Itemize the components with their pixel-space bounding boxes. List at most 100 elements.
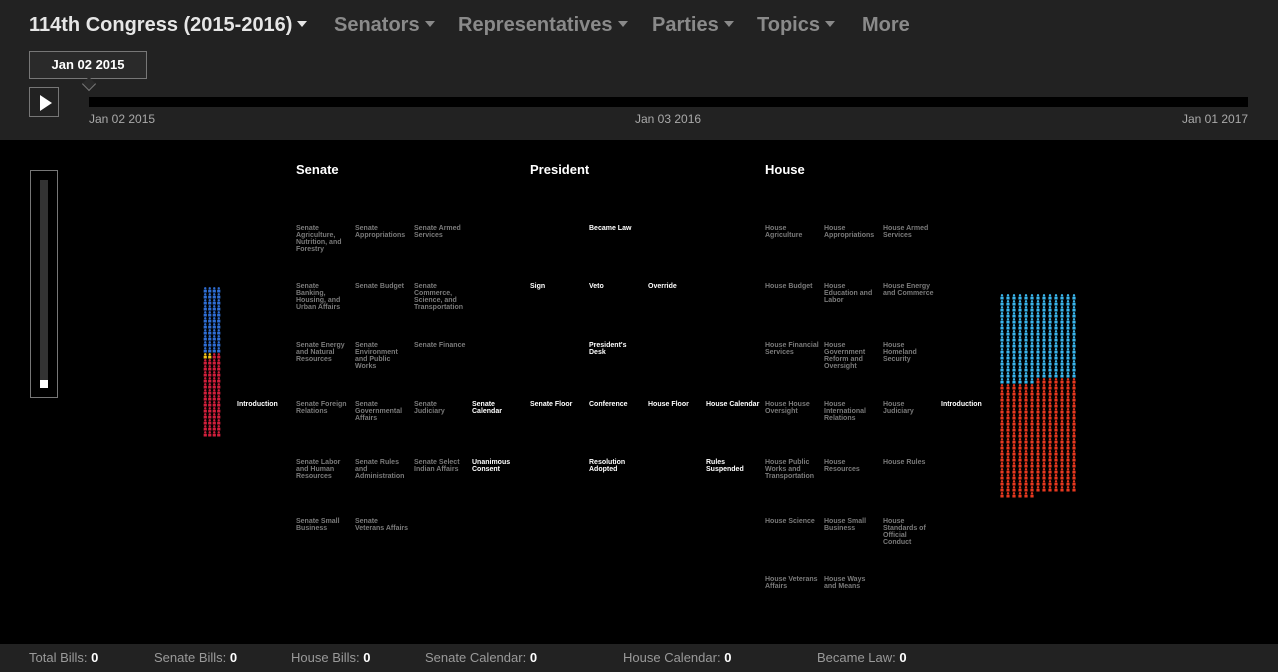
member-figure[interactable] [1072, 408, 1076, 414]
member-figure[interactable] [1048, 432, 1052, 438]
member-figure[interactable] [1000, 366, 1004, 372]
member-figure[interactable] [1066, 300, 1070, 306]
member-figure[interactable] [1024, 426, 1028, 432]
member-figure[interactable] [1030, 300, 1034, 306]
member-figure[interactable] [1066, 396, 1070, 402]
member-figure[interactable] [1018, 366, 1022, 372]
member-figure[interactable] [1024, 390, 1028, 396]
member-figure[interactable] [203, 401, 207, 407]
member-figure[interactable] [1030, 480, 1034, 486]
member-figure[interactable] [1048, 468, 1052, 474]
member-figure[interactable] [1030, 390, 1034, 396]
member-figure[interactable] [1030, 354, 1034, 360]
member-figure[interactable] [1018, 348, 1022, 354]
member-figure[interactable] [1000, 480, 1004, 486]
member-figure[interactable] [1030, 420, 1034, 426]
member-figure[interactable] [1072, 444, 1076, 450]
member-figure[interactable] [1072, 474, 1076, 480]
member-figure[interactable] [1042, 462, 1046, 468]
member-figure[interactable] [1024, 318, 1028, 324]
member-figure[interactable] [217, 329, 221, 335]
member-figure[interactable] [217, 365, 221, 371]
member-figure[interactable] [1012, 390, 1016, 396]
member-figure[interactable] [1048, 450, 1052, 456]
member-figure[interactable] [1006, 492, 1010, 498]
member-figure[interactable] [1042, 480, 1046, 486]
member-figure[interactable] [208, 317, 212, 323]
member-figure[interactable] [208, 293, 212, 299]
house-introduction-node[interactable]: Introduction [941, 401, 995, 408]
member-figure[interactable] [1030, 342, 1034, 348]
member-figure[interactable] [1006, 306, 1010, 312]
member-figure[interactable] [1030, 360, 1034, 366]
member-figure[interactable] [1000, 444, 1004, 450]
member-figure[interactable] [1006, 438, 1010, 444]
member-figure[interactable] [1030, 432, 1034, 438]
member-figure[interactable] [1042, 360, 1046, 366]
member-figure[interactable] [217, 359, 221, 365]
member-figure[interactable] [1000, 348, 1004, 354]
member-figure[interactable] [203, 335, 207, 341]
member-figure[interactable] [1042, 450, 1046, 456]
member-figure[interactable] [1060, 474, 1064, 480]
member-figure[interactable] [1012, 426, 1016, 432]
member-figure[interactable] [203, 293, 207, 299]
member-figure[interactable] [1030, 450, 1034, 456]
member-figure[interactable] [217, 341, 221, 347]
member-figure[interactable] [1048, 384, 1052, 390]
member-figure[interactable] [1006, 348, 1010, 354]
member-figure[interactable] [1018, 372, 1022, 378]
member-figure[interactable] [1042, 300, 1046, 306]
member-figure[interactable] [1000, 330, 1004, 336]
member-figure[interactable] [208, 311, 212, 317]
rules-suspended-node[interactable]: Rules Suspended [706, 459, 760, 473]
member-figure[interactable] [1054, 324, 1058, 330]
member-figure[interactable] [1072, 306, 1076, 312]
member-figure[interactable] [1000, 360, 1004, 366]
member-figure[interactable] [1054, 432, 1058, 438]
member-figure[interactable] [1018, 468, 1022, 474]
member-figure[interactable] [212, 413, 216, 419]
member-figure[interactable] [1012, 348, 1016, 354]
member-figure[interactable] [203, 389, 207, 395]
member-figure[interactable] [1000, 456, 1004, 462]
member-figure[interactable] [1054, 318, 1058, 324]
member-figure[interactable] [1030, 402, 1034, 408]
member-figure[interactable] [1006, 396, 1010, 402]
member-figure[interactable] [1048, 318, 1052, 324]
house-veterans-node[interactable]: House Veterans Affairs [765, 576, 819, 590]
senate-governmental-affairs-node[interactable]: Senate Governmental Affairs [355, 401, 409, 422]
member-figure[interactable] [1060, 324, 1064, 330]
member-figure[interactable] [1060, 312, 1064, 318]
member-figure[interactable] [1000, 402, 1004, 408]
member-figure[interactable] [1060, 462, 1064, 468]
member-figure[interactable] [1036, 330, 1040, 336]
member-figure[interactable] [1054, 438, 1058, 444]
member-figure[interactable] [1060, 360, 1064, 366]
member-figure[interactable] [212, 293, 216, 299]
member-figure[interactable] [1048, 402, 1052, 408]
member-figure[interactable] [203, 359, 207, 365]
member-figure[interactable] [212, 419, 216, 425]
member-figure[interactable] [212, 359, 216, 365]
member-figure[interactable] [1054, 330, 1058, 336]
member-figure[interactable] [1012, 360, 1016, 366]
member-figure[interactable] [1060, 426, 1064, 432]
house-ways-means-node[interactable]: House Ways and Means [824, 576, 878, 590]
house-oversight-node[interactable]: House House Oversight [765, 401, 819, 415]
member-figure[interactable] [1024, 306, 1028, 312]
member-figure[interactable] [1000, 396, 1004, 402]
member-figure[interactable] [1054, 306, 1058, 312]
member-figure[interactable] [1066, 462, 1070, 468]
member-figure[interactable] [1066, 456, 1070, 462]
senate-banking-node[interactable]: Senate Banking, Housing, and Urban Affai… [296, 283, 350, 311]
member-figure[interactable] [1072, 324, 1076, 330]
member-figure[interactable] [1036, 438, 1040, 444]
senate-calendar-node[interactable]: Senate Calendar [472, 401, 526, 415]
member-figure[interactable] [1066, 468, 1070, 474]
member-figure[interactable] [1036, 486, 1040, 492]
member-figure[interactable] [1018, 402, 1022, 408]
member-figure[interactable] [1018, 330, 1022, 336]
member-figure[interactable] [1042, 330, 1046, 336]
member-figure[interactable] [203, 323, 207, 329]
